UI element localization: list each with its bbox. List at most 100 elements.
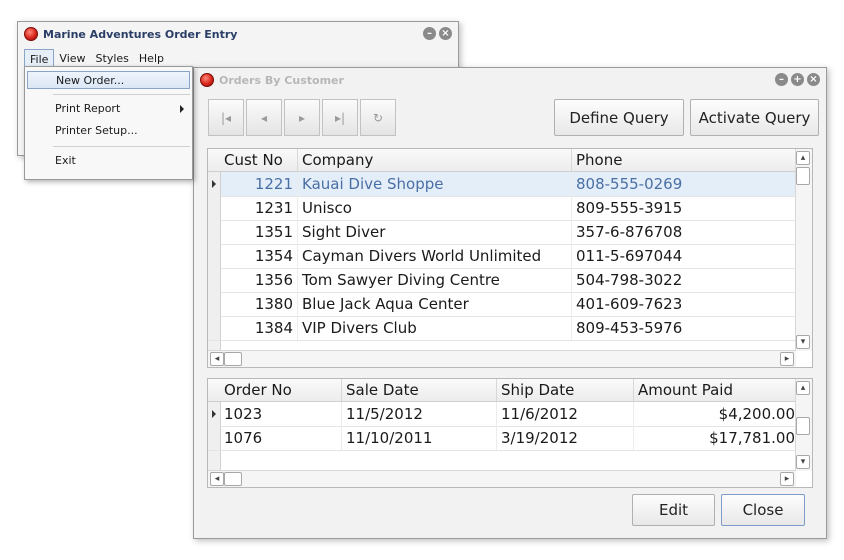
menu-item-printer-setup[interactable]: Printer Setup...: [27, 122, 190, 140]
close-icon[interactable]: ×: [807, 73, 820, 86]
edit-button[interactable]: Edit: [632, 494, 715, 526]
customer-row[interactable]: 1354 Cayman Divers World Unlimited 011-5-6…: [208, 244, 796, 269]
prior-record-button[interactable]: ◂: [246, 99, 282, 136]
table-cell[interactable]: VIP Divers Club: [298, 316, 572, 340]
scroll-left-icon[interactable]: ◂: [210, 472, 224, 486]
table-cell[interactable]: 809-453-5976: [572, 316, 796, 340]
submenu-arrow-icon: [180, 105, 184, 113]
customers-vertical-scrollbar[interactable]: ▴ ▾: [795, 149, 812, 351]
table-cell[interactable]: Blue Jack Aqua Center: [298, 292, 572, 316]
scroll-thumb[interactable]: [224, 352, 242, 366]
column-header-company[interactable]: Company: [298, 149, 572, 171]
orders-grid-header: Order No Sale Date Ship Date Amount Paid: [208, 379, 796, 402]
table-cell[interactable]: Cayman Divers World Unlimited: [298, 244, 572, 268]
customers-grid[interactable]: Cust No Company Phone 1221 Kauai Dive Sho…: [207, 148, 813, 368]
next-record-icon: ▸: [298, 110, 306, 125]
table-cell[interactable]: 11/6/2012: [497, 402, 634, 426]
scroll-down-icon[interactable]: ▾: [796, 335, 810, 349]
menu-separator: [53, 146, 190, 147]
customer-row[interactable]: 1231 Unisco 809-555-3915: [208, 196, 796, 221]
table-cell[interactable]: Unisco: [298, 196, 572, 220]
orders-window: Orders By Customer – + × |◂ ◂ ▸ ▸| ↻ Def…: [193, 67, 827, 539]
current-row-arrow-icon: [212, 180, 216, 188]
scroll-left-icon[interactable]: ◂: [210, 352, 224, 366]
table-cell[interactable]: 1023: [220, 402, 342, 426]
scroll-thumb[interactable]: [796, 167, 810, 185]
column-header-ship-date[interactable]: Ship Date: [497, 379, 634, 401]
minimize-icon[interactable]: –: [423, 27, 436, 40]
table-cell[interactable]: 3/19/2012: [497, 426, 634, 450]
table-cell[interactable]: 1384: [220, 316, 298, 340]
close-icon[interactable]: ×: [439, 27, 452, 40]
column-header-amount-paid[interactable]: Amount Paid: [634, 379, 796, 401]
refresh-button[interactable]: ↻: [360, 99, 396, 136]
table-cell[interactable]: 504-798-3022: [572, 268, 796, 292]
column-header-phone[interactable]: Phone: [572, 149, 796, 171]
customer-row[interactable]: 1380 Blue Jack Aqua Center 401-609-7623: [208, 292, 796, 317]
order-row[interactable]: 1076 11/10/2011 3/19/2012 $17,781.00: [208, 426, 796, 451]
scroll-down-icon[interactable]: ▾: [796, 455, 810, 469]
menu-item-exit[interactable]: Exit: [27, 152, 190, 170]
order-row[interactable]: 1023 11/5/2012 11/6/2012 $4,200.00: [208, 402, 796, 427]
table-cell[interactable]: 808-555-0269: [572, 172, 796, 196]
table-cell[interactable]: 11/5/2012: [342, 402, 497, 426]
orders-horizontal-scrollbar[interactable]: ◂ ▸: [208, 470, 796, 487]
scroll-up-icon[interactable]: ▴: [796, 381, 810, 395]
table-cell[interactable]: 401-609-7623: [572, 292, 796, 316]
first-record-icon: |◂: [220, 110, 232, 125]
table-cell[interactable]: Tom Sawyer Diving Centre: [298, 268, 572, 292]
customer-row[interactable]: 1384 VIP Divers Club 809-453-5976: [208, 316, 796, 341]
main-window-title: Marine Adventures Order Entry: [43, 27, 238, 41]
menu-separator: [53, 94, 190, 95]
customers-horizontal-scrollbar[interactable]: ◂ ▸: [208, 350, 796, 367]
scroll-thumb[interactable]: [796, 417, 810, 435]
table-cell[interactable]: 011-5-697044: [572, 244, 796, 268]
customer-row[interactable]: 1221 Kauai Dive Shoppe 808-555-0269: [208, 172, 796, 197]
prior-record-icon: ◂: [260, 110, 268, 125]
table-cell[interactable]: $4,200.00: [634, 402, 796, 426]
orders-vertical-scrollbar[interactable]: ▴ ▾: [795, 379, 812, 471]
column-header-order-no[interactable]: Order No: [220, 379, 342, 401]
main-titlebar[interactable]: Marine Adventures Order Entry – ×: [18, 22, 458, 46]
table-cell[interactable]: $17,781.00: [634, 426, 796, 450]
column-header-sale-date[interactable]: Sale Date: [342, 379, 497, 401]
table-cell[interactable]: 1356: [220, 268, 298, 292]
last-record-button[interactable]: ▸|: [322, 99, 358, 136]
table-cell[interactable]: 1076: [220, 426, 342, 450]
table-cell[interactable]: 1380: [220, 292, 298, 316]
customer-row[interactable]: 1356 Tom Sawyer Diving Centre 504-798-3022: [208, 268, 796, 293]
customer-row[interactable]: 1351 Sight Diver 357-6-876708: [208, 220, 796, 245]
app-logo-icon: [200, 73, 214, 87]
column-header-cust-no[interactable]: Cust No: [220, 149, 298, 171]
scroll-right-icon[interactable]: ▸: [780, 352, 794, 366]
scroll-right-icon[interactable]: ▸: [780, 472, 794, 486]
maximize-icon[interactable]: +: [791, 73, 804, 86]
table-cell[interactable]: 1354: [220, 244, 298, 268]
file-menu-dropdown: New Order... Print Report Printer Setup.…: [24, 66, 193, 180]
menu-item-label: Exit: [55, 154, 76, 167]
scroll-up-icon[interactable]: ▴: [796, 151, 810, 165]
current-row-arrow-icon: [212, 410, 216, 418]
minimize-icon[interactable]: –: [775, 73, 788, 86]
orders-grid[interactable]: Order No Sale Date Ship Date Amount Paid…: [207, 378, 813, 488]
define-query-button[interactable]: Define Query: [554, 99, 684, 136]
table-cell[interactable]: Kauai Dive Shoppe: [298, 172, 572, 196]
menu-item-new-order[interactable]: New Order...: [27, 71, 190, 89]
menu-item-print-report[interactable]: Print Report: [27, 100, 190, 118]
orders-titlebar[interactable]: Orders By Customer – + ×: [194, 68, 826, 92]
close-button[interactable]: Close: [721, 494, 805, 526]
first-record-button[interactable]: |◂: [208, 99, 244, 136]
scroll-thumb[interactable]: [224, 472, 242, 486]
table-cell[interactable]: 11/10/2011: [342, 426, 497, 450]
table-cell[interactable]: Sight Diver: [298, 220, 572, 244]
activate-query-button[interactable]: Activate Query: [690, 99, 819, 136]
next-record-button[interactable]: ▸: [284, 99, 320, 136]
table-cell[interactable]: 357-6-876708: [572, 220, 796, 244]
table-cell[interactable]: 1221: [220, 172, 298, 196]
table-cell[interactable]: 809-555-3915: [572, 196, 796, 220]
orders-window-title: Orders By Customer: [219, 73, 344, 87]
app-logo-icon: [24, 27, 38, 41]
table-cell[interactable]: 1351: [220, 220, 298, 244]
refresh-icon: ↻: [372, 110, 384, 125]
table-cell[interactable]: 1231: [220, 196, 298, 220]
